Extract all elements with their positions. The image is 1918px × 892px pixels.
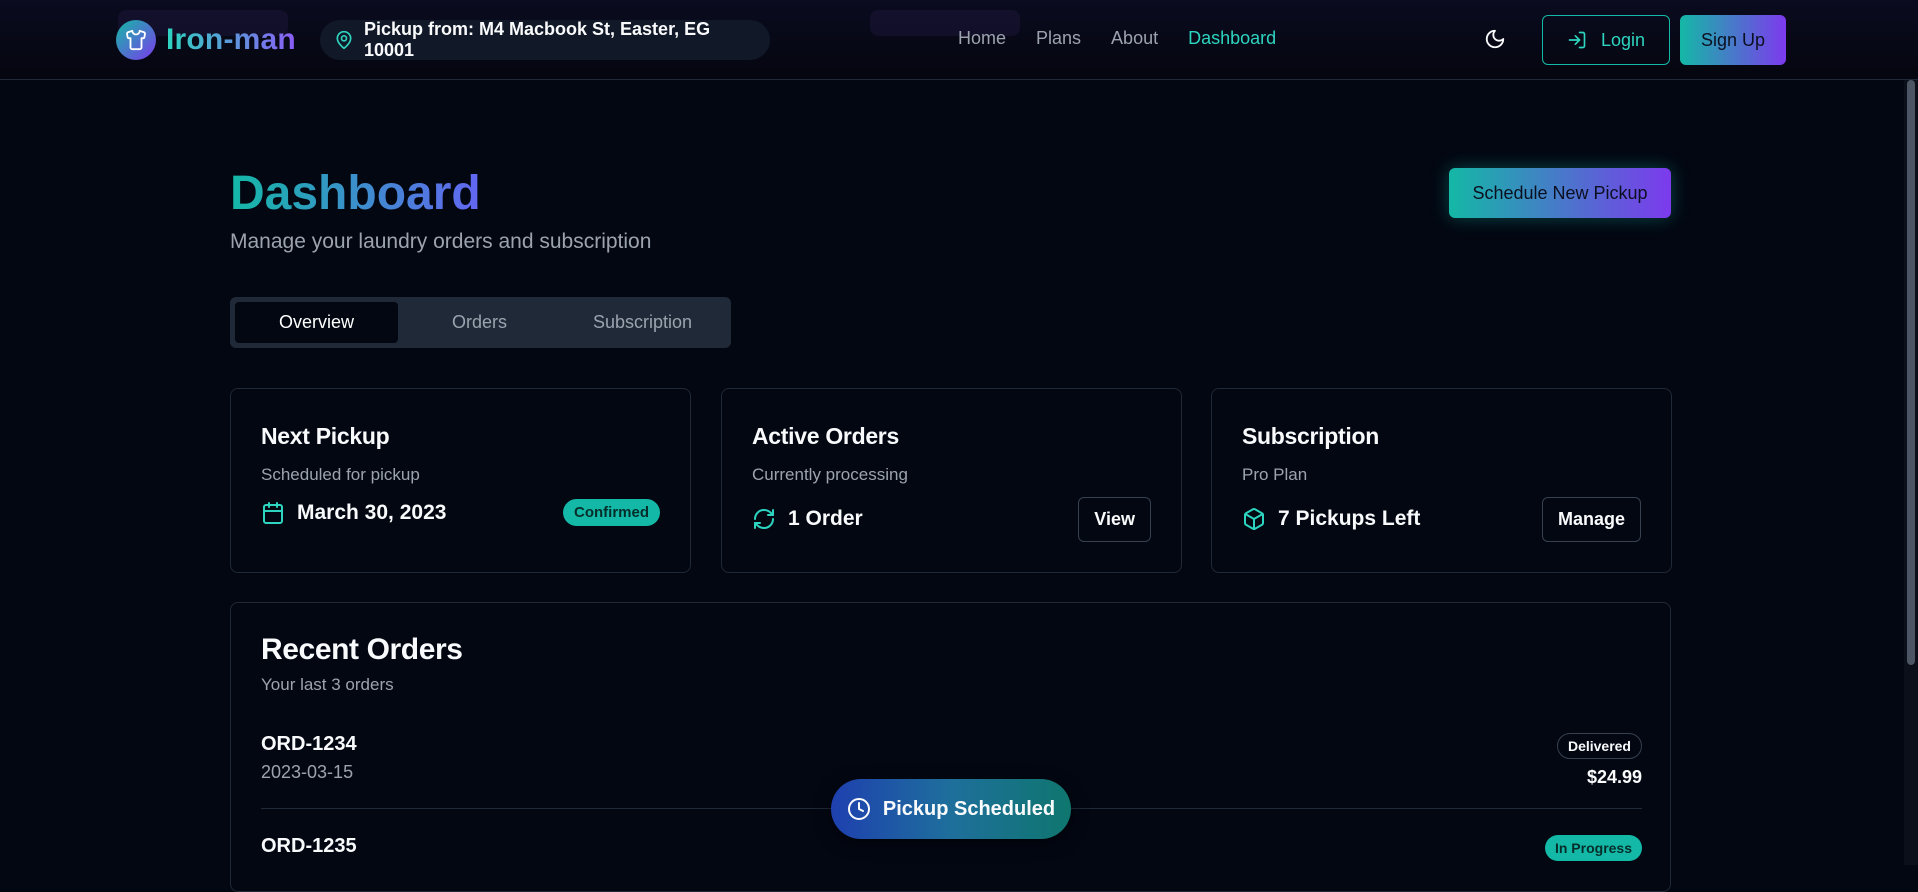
scrollbar-thumb[interactable] [1907, 80, 1915, 665]
status-badge: In Progress [1544, 835, 1642, 861]
order-row[interactable]: ORD-1235 In Progress [261, 835, 1642, 875]
recent-orders-subtitle: Your last 3 orders [261, 675, 394, 694]
card-value: 1 Order [752, 507, 863, 531]
login-label: Login [1600, 29, 1646, 50]
moon-icon[interactable] [1484, 28, 1508, 52]
tab-overview[interactable]: Overview [235, 302, 398, 343]
nav-about[interactable]: About [1111, 28, 1158, 49]
recent-orders-card: Recent Orders Your last 3 orders ORD-123… [230, 602, 1671, 892]
pickup-address: Pickup from: M4 Macbook St, Easter, EG 1… [364, 19, 711, 60]
main-nav: Home Plans About Dashboard [958, 28, 1276, 49]
top-navbar: Iron-man Pickup from: M4 Macbook St, Eas… [0, 0, 1918, 80]
manage-subscription-button[interactable]: Manage [1541, 497, 1641, 542]
card-value: March 30, 2023 [261, 501, 446, 525]
card-description: Scheduled for pickup [261, 465, 420, 484]
card-description: Pro Plan [1242, 465, 1308, 484]
pickup-location-selector[interactable]: Pickup from: M4 Macbook St, Easter, EG 1… [320, 19, 770, 60]
brand-name: Iron-man [166, 23, 296, 56]
pickup-scheduled-toast[interactable]: Pickup Scheduled [831, 779, 1071, 839]
card-title: Subscription [1242, 423, 1379, 449]
refresh-icon [752, 507, 776, 531]
pickups-left: 7 Pickups Left [1278, 507, 1421, 530]
brand-logo[interactable]: Iron-man [116, 20, 296, 60]
map-pin-icon [334, 30, 354, 50]
login-button[interactable]: Login [1542, 15, 1670, 65]
card-value: 7 Pickups Left [1242, 507, 1420, 531]
active-order-count: 1 Order [788, 507, 863, 530]
tab-subscription[interactable]: Subscription [561, 302, 724, 343]
view-orders-button[interactable]: View [1078, 497, 1151, 542]
order-id: ORD-1234 [261, 733, 357, 755]
page-scrollbar[interactable] [1904, 80, 1918, 865]
nav-home[interactable]: Home [958, 28, 1006, 49]
subscription-card: Subscription Pro Plan 7 Pickups Left Man… [1211, 388, 1672, 573]
pickup-date: March 30, 2023 [297, 501, 447, 524]
card-description: Currently processing [752, 465, 908, 484]
card-title: Active Orders [752, 423, 899, 449]
dashboard-tabs: Overview Orders Subscription [230, 297, 731, 348]
status-badge: Confirmed [563, 499, 660, 526]
shirt-icon [116, 20, 156, 60]
package-icon [1242, 507, 1266, 531]
order-price: $24.99 [1586, 767, 1642, 787]
page-title: Dashboard [230, 167, 481, 220]
active-orders-card: Active Orders Currently processing 1 Ord… [721, 388, 1182, 573]
card-title: Next Pickup [261, 423, 390, 449]
tab-orders[interactable]: Orders [398, 302, 561, 343]
calendar-icon [261, 501, 285, 525]
signup-button[interactable]: Sign Up [1680, 15, 1786, 65]
status-badge: Delivered [1556, 733, 1642, 759]
nav-plans[interactable]: Plans [1036, 28, 1081, 49]
page-subtitle: Manage your laundry orders and subscript… [230, 230, 652, 253]
recent-orders-title: Recent Orders [261, 633, 463, 666]
clock-icon [847, 797, 871, 821]
log-in-icon [1567, 30, 1587, 50]
nav-dashboard[interactable]: Dashboard [1188, 28, 1276, 49]
toast-label: Pickup Scheduled [882, 797, 1056, 820]
next-pickup-card: Next Pickup Scheduled for pickup March 3… [230, 388, 691, 573]
schedule-new-pickup-button[interactable]: Schedule New Pickup [1449, 168, 1671, 218]
